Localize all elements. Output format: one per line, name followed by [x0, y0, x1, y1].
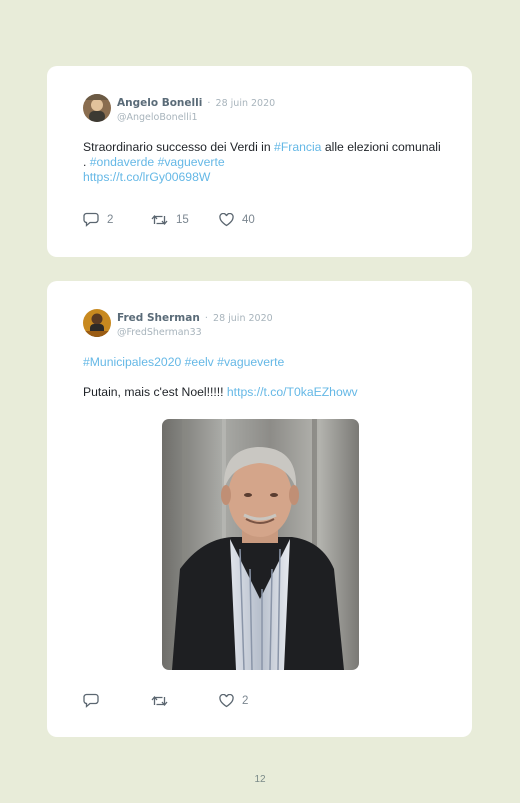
tweet-date[interactable]: 28 juin 2020	[213, 313, 273, 324]
avatar[interactable]	[83, 309, 111, 337]
retweet-button[interactable]: 15	[151, 213, 219, 227]
text-segment: Putain, mais c'est Noel!!!!!	[83, 385, 227, 399]
tweet-actions: 2	[83, 693, 248, 708]
url-link[interactable]: https://t.co/lrGy00698W	[83, 170, 210, 184]
page-number: 12	[254, 774, 266, 785]
hashtag-link[interactable]: #eelv	[185, 355, 214, 369]
retweet-button[interactable]	[151, 694, 219, 708]
like-count: 2	[242, 694, 249, 707]
tweet-actions: 2 15 40	[83, 212, 255, 227]
reply-button[interactable]: 2	[83, 212, 151, 227]
avatar[interactable]	[83, 94, 111, 122]
retweet-count: 15	[176, 213, 189, 226]
author-handle[interactable]: @FredSherman33	[117, 326, 273, 340]
tweet-card-1: Angelo Bonelli · 28 juin 2020 @AngeloBon…	[47, 66, 472, 257]
like-button[interactable]: 40	[219, 212, 255, 227]
retweet-icon	[151, 214, 168, 225]
tweet-header: Fred Sherman · 28 juin 2020 @FredSherman…	[83, 309, 273, 340]
tweet-header: Angelo Bonelli · 28 juin 2020 @AngeloBon…	[83, 94, 275, 125]
tweet-text: Straordinario successo dei Verdi in #Fra…	[83, 140, 442, 185]
hashtag-link[interactable]: #vagueverte	[158, 155, 225, 169]
url-link[interactable]: https://t.co/T0kaEZhowv	[227, 385, 358, 399]
heart-icon	[219, 693, 234, 707]
hashtag-link[interactable]: #vagueverte	[217, 355, 284, 369]
author-handle[interactable]: @AngeloBonelli1	[117, 111, 275, 125]
retweet-icon	[151, 695, 168, 706]
separator: ·	[207, 98, 211, 109]
tweet-hashtags: #Municipales2020 #eelv #vagueverte	[83, 355, 442, 370]
tweet-text: Putain, mais c'est Noel!!!!! https://t.c…	[83, 385, 442, 400]
reply-icon	[83, 212, 99, 227]
tweet-date[interactable]: 28 juin 2020	[216, 98, 276, 109]
heart-icon	[219, 212, 234, 226]
author-name[interactable]: Angelo Bonelli	[117, 97, 202, 109]
author-name[interactable]: Fred Sherman	[117, 312, 200, 324]
reply-icon	[83, 693, 99, 708]
reply-button[interactable]	[83, 693, 151, 708]
tweet-photo[interactable]	[162, 419, 359, 670]
separator: ·	[204, 313, 208, 324]
tweet-card-2: Fred Sherman · 28 juin 2020 @FredSherman…	[47, 281, 472, 737]
like-count: 40	[242, 213, 255, 226]
text-segment: Straordinario successo dei Verdi in	[83, 140, 275, 154]
reply-count: 2	[107, 213, 114, 226]
like-button[interactable]: 2	[219, 693, 249, 708]
hashtag-link[interactable]: #Francia	[274, 140, 321, 154]
hashtag-link[interactable]: #Municipales2020	[83, 355, 181, 369]
hashtag-link[interactable]: #ondaverde	[90, 155, 154, 169]
